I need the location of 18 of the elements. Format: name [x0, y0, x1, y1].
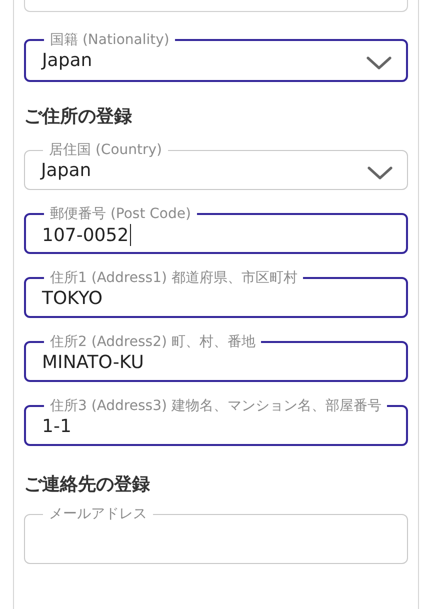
input-field[interactable]: 住所3 (Address3) 建物名、マンション名、部屋番号 1-1	[24, 396, 408, 446]
field-label: 住所3 (Address3) 建物名、マンション名、部屋番号	[49, 397, 382, 416]
input-field[interactable]: 郵便番号 (Post Code) 107-0052	[24, 204, 408, 254]
section-heading: ご住所の登録	[24, 105, 133, 128]
input-field[interactable]: 住所1 (Address1) 都道府県、市区町村 TOKYO	[24, 268, 408, 318]
chevron-down-icon	[366, 54, 392, 71]
chevron-down-icon	[367, 164, 393, 181]
section-heading: ご連絡先の登録	[24, 473, 151, 496]
dropdown[interactable]: 国籍 (Nationality) Japan	[24, 30, 408, 82]
field-label: 郵便番号 (Post Code)	[49, 205, 192, 224]
field-label: 居住国 (Country)	[48, 141, 163, 160]
field-label: 住所1 (Address1) 都道府県、市区町村	[49, 269, 298, 288]
input-field[interactable]: 住所2 (Address2) 町、村、番地 MINATO-KU	[24, 332, 408, 382]
dropdown[interactable]: 居住国 (Country) Japan	[24, 140, 408, 190]
field-label: 国籍 (Nationality)	[49, 31, 170, 50]
field-label: 住所2 (Address2) 町、村、番地	[49, 333, 256, 352]
field-label: メールアドレス	[48, 505, 148, 524]
input-field[interactable]	[24, 0, 408, 12]
